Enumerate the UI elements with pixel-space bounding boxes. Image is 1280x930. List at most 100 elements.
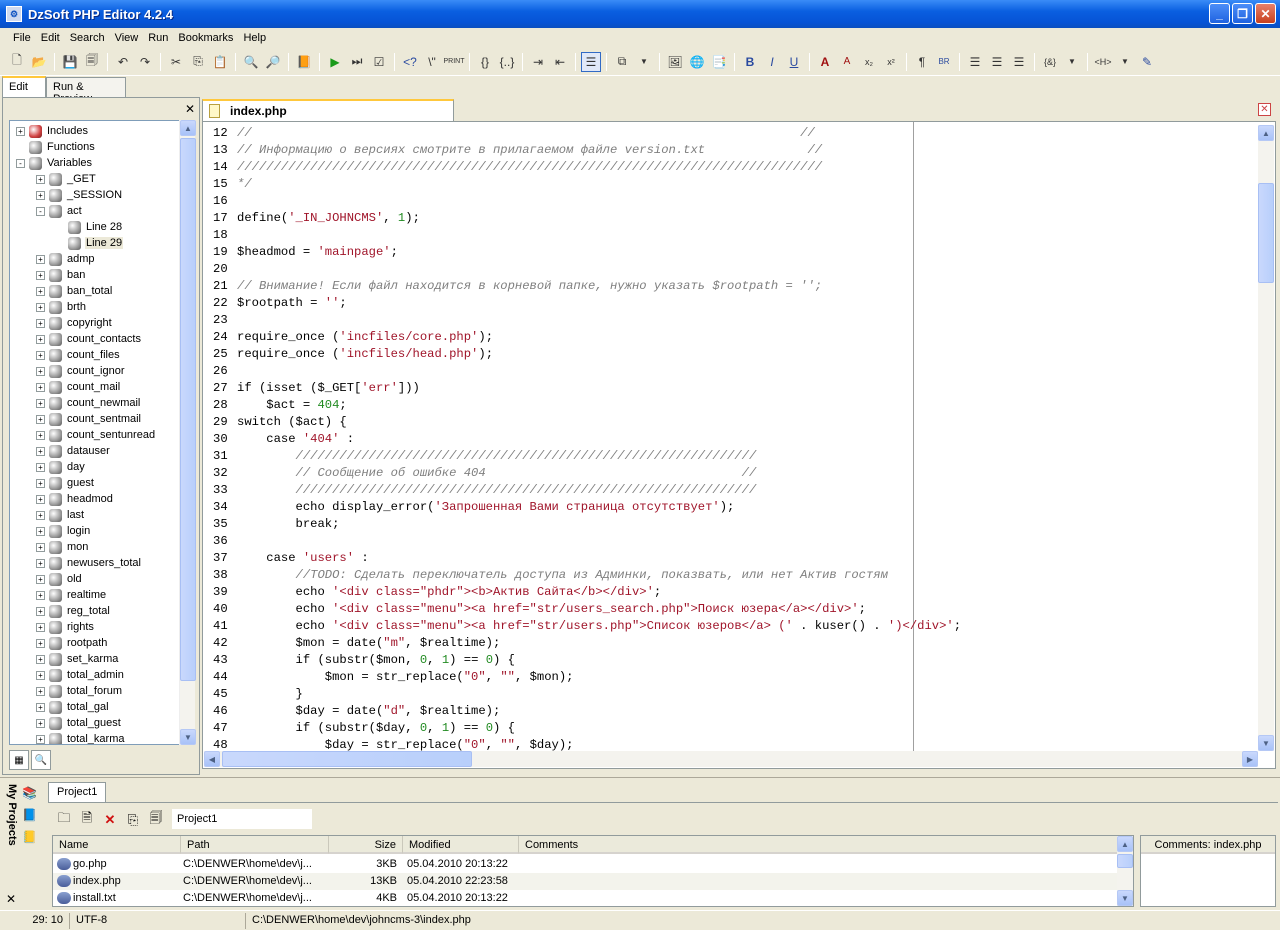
italic-icon[interactable]: I	[762, 52, 782, 72]
image-icon[interactable]: 🖼	[665, 52, 685, 72]
menu-bookmarks[interactable]: Bookmarks	[173, 32, 238, 44]
code-line[interactable]: ////////////////////////////////////////…	[237, 449, 757, 463]
comments-box[interactable]: Comments: index.php	[1140, 835, 1276, 907]
menu-edit[interactable]: Edit	[36, 32, 65, 44]
tree-node[interactable]: + count_contacts	[36, 331, 142, 347]
expand-icon[interactable]: +	[36, 510, 45, 520]
tree-node[interactable]: + old	[36, 571, 83, 587]
tree-node[interactable]: + ban_total	[36, 283, 113, 299]
scroll-up-icon[interactable]: ▲	[180, 120, 196, 136]
tree-node[interactable]: + rootpath	[36, 635, 108, 651]
expand-icon[interactable]: +	[36, 702, 45, 712]
tree-node[interactable]: + total_karma	[36, 731, 125, 744]
save-icon[interactable]: 💾	[60, 52, 80, 72]
tree-view-icon[interactable]: ▦	[9, 750, 29, 770]
code-line[interactable]: echo '<div class="phdr"><b>Актив Сайта</…	[237, 585, 662, 599]
files-scrollbar[interactable]: ▲ ▼	[1117, 836, 1133, 906]
code-line[interactable]: $rootpath = '';	[237, 296, 347, 310]
code-explorer-icon[interactable]: ☰	[581, 51, 601, 72]
escape-icon[interactable]: \"	[422, 52, 442, 72]
code-line[interactable]: $headmod = 'mainpage';	[237, 245, 398, 259]
tree-node[interactable]: + login	[36, 523, 91, 539]
tree-node[interactable]: + datauser	[36, 443, 111, 459]
project-tab[interactable]: Project1	[48, 782, 107, 802]
expand-icon[interactable]: +	[36, 718, 45, 728]
collapse-icon[interactable]: -	[36, 206, 45, 216]
menu-file[interactable]: File	[8, 32, 36, 44]
tree-node[interactable]: + total_guest	[36, 715, 122, 731]
expand-icon[interactable]: +	[36, 286, 45, 296]
scroll-thumb[interactable]	[222, 751, 472, 767]
tree-node[interactable]: + rights	[36, 619, 95, 635]
tree-node[interactable]: + _GET	[36, 171, 97, 187]
expand-icon[interactable]: +	[36, 430, 45, 440]
expand-icon[interactable]: +	[36, 542, 45, 552]
tree-node[interactable]: + admp	[36, 251, 96, 267]
expand-icon[interactable]: +	[16, 126, 25, 136]
expand-icon[interactable]: +	[36, 574, 45, 584]
insert-icon[interactable]: ⧉	[612, 52, 632, 72]
menu-view[interactable]: View	[110, 32, 144, 44]
code-line[interactable]: require_once ('incfiles/core.php');	[237, 330, 493, 344]
expand-icon[interactable]: +	[36, 654, 45, 664]
properties-icon[interactable]: 🗐	[146, 810, 166, 829]
run-step-icon[interactable]: ⏭	[347, 52, 367, 72]
replace-icon[interactable]: 🔎	[263, 52, 283, 72]
expand-icon[interactable]: +	[36, 462, 45, 472]
editor-tab[interactable]: index.php	[202, 99, 454, 121]
undo-icon[interactable]: ↶	[113, 52, 133, 72]
file-row[interactable]: go.php C:\DENWER\home\dev\j... 3KB 05.04.20…	[53, 856, 1119, 873]
tab-run-preview[interactable]: Run & Preview	[46, 77, 126, 105]
scroll-thumb[interactable]	[1258, 183, 1274, 283]
scroll-up-icon[interactable]: ▲	[1258, 125, 1274, 141]
font-larger-icon[interactable]: A	[815, 52, 835, 72]
scroll-down-icon[interactable]: ▼	[1117, 890, 1133, 906]
tree-node[interactable]: + headmod	[36, 491, 114, 507]
code-area[interactable]: // // // Информацию о версиях смотрите в …	[237, 122, 1257, 752]
editor-horizontal-scrollbar[interactable]: ◀ ▶	[204, 751, 1258, 767]
scroll-down-icon[interactable]: ▼	[180, 729, 196, 745]
web-icon[interactable]: 🌐	[687, 52, 707, 72]
file-row[interactable]: index.php C:\DENWER\home\dev\j... 13KB 05.0…	[53, 873, 1119, 890]
tree-node[interactable]: + _SESSION	[36, 187, 123, 203]
expand-icon[interactable]: +	[36, 190, 45, 200]
code-line[interactable]: case 'users' :	[237, 551, 368, 565]
code-line[interactable]: */	[237, 177, 252, 191]
code-line[interactable]: $day = str_replace("0", "", $day);	[237, 738, 574, 752]
dropdown-arrow-icon[interactable]: ▼	[1115, 52, 1135, 72]
expand-icon[interactable]: +	[36, 670, 45, 680]
expand-icon[interactable]: +	[36, 302, 45, 312]
tree-node[interactable]: Functions	[16, 139, 96, 155]
expand-icon[interactable]: +	[36, 686, 45, 696]
code-line[interactable]: $day = date("d", $realtime);	[237, 704, 501, 718]
open-file-icon[interactable]: 📂	[29, 52, 49, 72]
tree-node[interactable]: - act	[36, 203, 83, 219]
column-modified[interactable]: Modified	[403, 836, 519, 854]
code-line[interactable]: echo '<div class="menu"><a href="str/use…	[237, 602, 867, 616]
expand-icon[interactable]: +	[36, 254, 45, 264]
font-smaller-icon[interactable]: A	[837, 52, 857, 72]
expand-icon[interactable]: +	[36, 558, 45, 568]
collapse-icon[interactable]: -	[16, 158, 25, 168]
superscript-icon[interactable]: x²	[881, 52, 901, 72]
underline-icon[interactable]: U	[784, 52, 804, 72]
maximize-button[interactable]: ❐	[1232, 3, 1253, 24]
special-chars-icon[interactable]: {&}	[1040, 52, 1060, 72]
tree-node[interactable]: + count_files	[36, 347, 121, 363]
code-line[interactable]: // //	[237, 126, 815, 140]
tab-edit[interactable]: Edit	[2, 76, 46, 97]
cut-icon[interactable]: ✂	[166, 52, 186, 72]
code-line[interactable]: if (substr($mon, 0, 1) == 0) {	[237, 653, 516, 667]
code-line[interactable]: //TODO: Сделать переключатель доступа из…	[237, 568, 888, 582]
tree-node[interactable]: + count_newmail	[36, 395, 141, 411]
scroll-up-icon[interactable]: ▲	[1117, 836, 1133, 852]
scroll-thumb[interactable]	[1117, 854, 1133, 868]
code-line[interactable]: switch ($act) {	[237, 415, 347, 429]
tree-node[interactable]: + count_ignor	[36, 363, 126, 379]
code-line[interactable]: case '404' :	[237, 432, 354, 446]
tree-node[interactable]: + count_mail	[36, 379, 121, 395]
outdent-icon[interactable]: ⇤	[550, 52, 570, 72]
code-line[interactable]: echo display_error('Запрошенная Вами стр…	[237, 500, 735, 514]
new-file-icon[interactable]: 🗋	[7, 52, 27, 72]
expand-icon[interactable]: +	[36, 318, 45, 328]
